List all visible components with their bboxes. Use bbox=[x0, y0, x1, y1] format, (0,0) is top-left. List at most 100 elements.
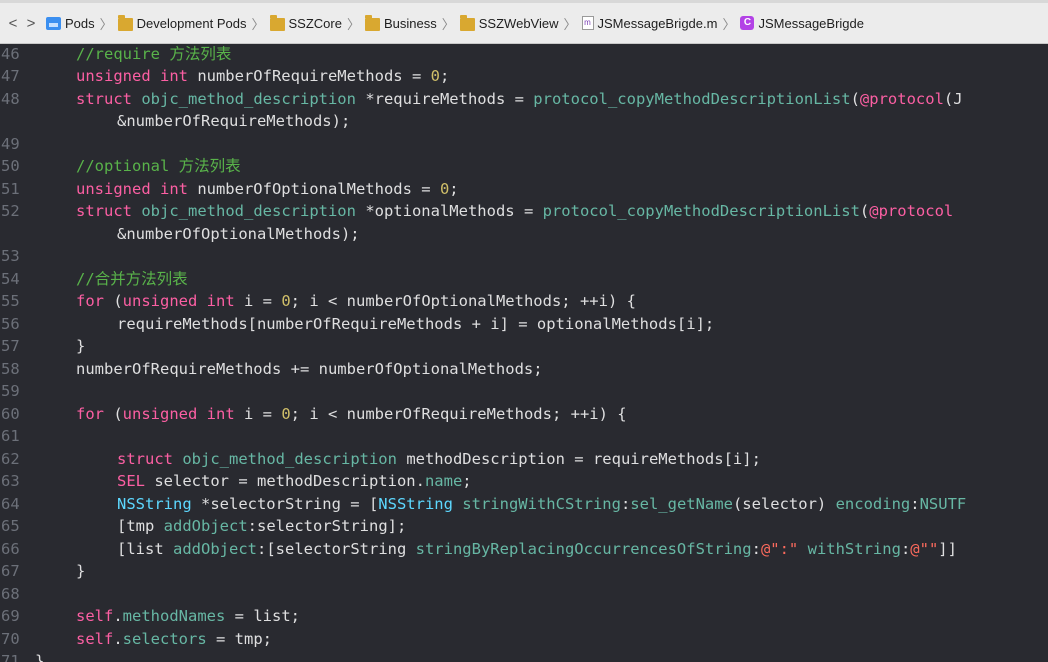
code-token: for bbox=[76, 404, 104, 423]
code-token: :[selectorString bbox=[257, 539, 416, 558]
code-token: = tmp; bbox=[206, 629, 272, 648]
code-token: @protocol bbox=[859, 89, 944, 108]
folder-icon bbox=[269, 14, 285, 31]
code-line[interactable]: 46 //require 方法列表 bbox=[0, 44, 1048, 66]
code-token: @protocol bbox=[869, 202, 954, 220]
code-line[interactable]: 48 struct objc_method_description *requir… bbox=[0, 88, 1048, 111]
line-number: 51 bbox=[1, 179, 20, 198]
breadcrumb-item-class[interactable]: C JSMessageBrigde bbox=[740, 16, 864, 31]
code-token: ; bbox=[449, 179, 459, 198]
code-line[interactable]: 49 bbox=[0, 133, 1048, 156]
breadcrumb-item-development-pods[interactable]: Development Pods bbox=[117, 14, 247, 31]
line-number: 67 bbox=[1, 562, 20, 580]
code-token: @":" bbox=[760, 539, 799, 558]
breadcrumb-item-business[interactable]: Business bbox=[365, 14, 437, 31]
code-line[interactable]: 70 self.selectors = tmp; bbox=[0, 628, 1048, 651]
code-line[interactable]: &numberOfRequireMethods); bbox=[0, 110, 1048, 133]
code-token: ; bbox=[439, 67, 450, 85]
code-token: //optional 方法列表 bbox=[76, 157, 241, 175]
code-text: self.methodNames = list; bbox=[76, 605, 300, 628]
code-token: SEL bbox=[117, 472, 145, 490]
breadcrumb-label: JSMessageBrigde.m bbox=[597, 15, 718, 31]
code-line[interactable]: 62 struct objc_method_description methodD… bbox=[0, 448, 1048, 471]
code-line[interactable]: 53 bbox=[0, 245, 1048, 268]
line-number: 52 bbox=[1, 202, 20, 220]
line-number: 63 bbox=[1, 472, 20, 490]
code-token: ; bbox=[462, 472, 472, 490]
code-token: *requireMethods = bbox=[355, 89, 534, 108]
code-token: numberOfRequireMethods = bbox=[187, 67, 431, 85]
code-token: : bbox=[900, 539, 911, 558]
line-number: 54 bbox=[1, 269, 20, 288]
line-number: 50 bbox=[1, 157, 20, 175]
line-number: 60 bbox=[1, 404, 20, 423]
breadcrumb-label: Pods bbox=[65, 15, 95, 31]
code-line[interactable]: 50 //optional 方法列表 bbox=[0, 155, 1048, 178]
code-token: } bbox=[76, 562, 86, 580]
code-token: (J bbox=[943, 89, 963, 108]
code-line[interactable]: 56 requireMethods[numberOfRequireMethods … bbox=[0, 313, 1048, 336]
code-line[interactable]: &numberOfOptionalMethods); bbox=[0, 223, 1048, 246]
code-line[interactable]: 59 bbox=[0, 380, 1048, 403]
code-line[interactable]: 64 NSString *selectorString = [NSString s… bbox=[0, 493, 1048, 516]
code-text: for (unsigned int i = 0; i < numberOfReq… bbox=[76, 403, 627, 426]
code-line[interactable]: 55 for (unsigned int i = 0; i < numberOfO… bbox=[0, 290, 1048, 313]
breadcrumb-label: SSZCore bbox=[288, 15, 342, 31]
breadcrumb-item-sszcore[interactable]: SSZCore bbox=[269, 14, 342, 31]
code-token: numberOfOptionalMethods = bbox=[187, 179, 440, 198]
code-token: 0 bbox=[281, 404, 291, 423]
code-line[interactable]: 66 [list addObject:[selectorString string… bbox=[0, 538, 1048, 561]
code-token: 0 bbox=[439, 179, 450, 198]
code-line[interactable]: 47 unsigned int numberOfRequireMethods = … bbox=[0, 65, 1048, 88]
code-line[interactable]: 52 struct objc_method_description *option… bbox=[0, 200, 1048, 223]
breadcrumb-separator: 〉 bbox=[722, 16, 736, 32]
line-number: 71 bbox=[1, 652, 20, 662]
code-text: for (unsigned int i = 0; i < numberOfOpt… bbox=[76, 290, 636, 313]
code-line[interactable]: 63 SEL selector = methodDescription.name; bbox=[0, 470, 1048, 493]
code-text: [list addObject:[selectorString stringBy… bbox=[117, 538, 957, 561]
folder-icon bbox=[459, 14, 475, 31]
code-token: : bbox=[620, 494, 631, 513]
breadcrumb-item-file[interactable]: m JSMessageBrigde.m bbox=[581, 15, 718, 31]
code-token: (selector) bbox=[732, 494, 836, 513]
line-number: 58 bbox=[1, 359, 20, 378]
code-line[interactable]: 54 //合并方法列表 bbox=[0, 268, 1048, 291]
code-line[interactable]: 51 unsigned int numberOfOptionalMethods =… bbox=[0, 178, 1048, 201]
code-token: encoding bbox=[835, 494, 911, 513]
line-number: 49 bbox=[1, 134, 20, 153]
code-line[interactable]: 68 bbox=[0, 583, 1048, 606]
breadcrumb-item-sszwebview[interactable]: SSZWebView bbox=[459, 14, 559, 31]
code-line[interactable]: 67} bbox=[0, 560, 1048, 583]
code-line[interactable]: 71} bbox=[0, 650, 1048, 662]
code-token: 0 bbox=[281, 292, 291, 310]
code-text: [tmp addObject:selectorString]; bbox=[117, 515, 406, 538]
code-editor[interactable]: 46 //require 方法列表 47 unsigned int numberOfR… bbox=[0, 44, 1048, 662]
folder-icon bbox=[365, 14, 380, 31]
code-text: struct objc_method_description *requireM… bbox=[76, 88, 963, 111]
code-text: self.selectors = tmp; bbox=[76, 628, 272, 651]
code-line[interactable]: 69 self.methodNames = list; bbox=[0, 605, 1048, 628]
code-token: selector = methodDescription. bbox=[145, 472, 425, 490]
code-token: struct bbox=[117, 449, 173, 468]
line-number: 55 bbox=[1, 292, 20, 310]
code-token: objc_method_description bbox=[182, 449, 397, 468]
breadcrumb-item-pods[interactable]: Pods bbox=[46, 16, 95, 31]
breadcrumb-separator: 〉 bbox=[99, 16, 113, 32]
code-token: ( bbox=[104, 404, 123, 423]
code-token: i = bbox=[234, 292, 282, 310]
code-text: SEL selector = methodDescription.name; bbox=[117, 470, 472, 493]
code-line[interactable]: 61 bbox=[0, 425, 1048, 448]
back-arrow-icon[interactable]: < bbox=[4, 15, 22, 32]
code-token: addObject bbox=[163, 517, 248, 535]
line-number: 69 bbox=[1, 607, 20, 625]
code-line[interactable]: 60 for (unsigned int i = 0; i < numberOfR… bbox=[0, 403, 1048, 426]
code-line[interactable]: 58 numberOfRequireMethods += numberOfOpti… bbox=[0, 358, 1048, 381]
code-line[interactable]: 65 [tmp addObject:selectorString]; bbox=[0, 515, 1048, 538]
forward-arrow-icon[interactable]: > bbox=[22, 15, 40, 32]
breadcrumb-separator: 〉 bbox=[346, 16, 360, 32]
code-token: objc_method_description bbox=[141, 202, 356, 220]
code-line[interactable]: 57} bbox=[0, 335, 1048, 358]
code-token: *selectorString = [ bbox=[191, 494, 379, 513]
breadcrumb-separator: 〉 bbox=[441, 16, 455, 32]
